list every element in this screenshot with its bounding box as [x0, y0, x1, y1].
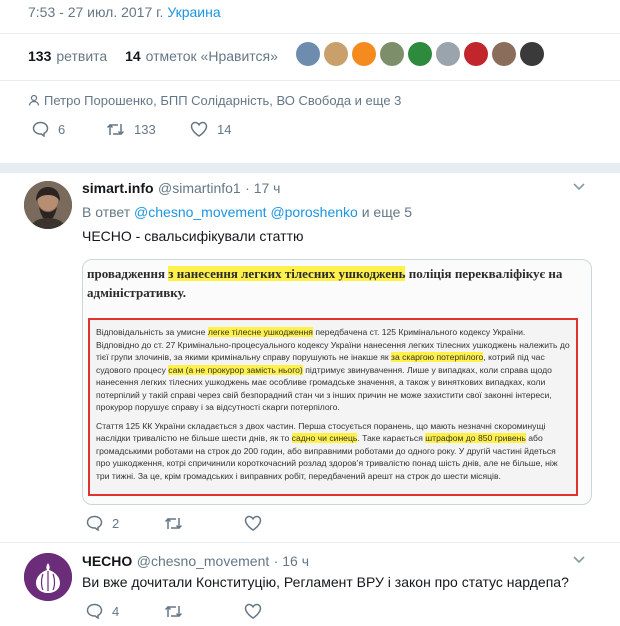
- highlighted-quote-box: Відповідальність за умисне легке тілесне…: [88, 318, 578, 496]
- chevron-down-icon[interactable]: [572, 182, 586, 192]
- tweet-text: ЧЕСНО - свальсифікували статтю: [82, 228, 304, 244]
- liker-avatar[interactable]: [520, 42, 544, 66]
- reply-button[interactable]: 2: [86, 515, 164, 531]
- quote-highlight: сам (а не прокурор замість нього): [168, 364, 303, 375]
- reply-button[interactable]: 6: [32, 121, 106, 137]
- retweet-button[interactable]: 133: [106, 122, 190, 137]
- divider: [0, 542, 620, 543]
- liker-avatar[interactable]: [380, 42, 404, 66]
- tweet-header: ЧЕСНО @chesno_movement · 16 ч: [82, 553, 309, 571]
- avatar[interactable]: [24, 181, 72, 229]
- reply-button[interactable]: 4: [86, 603, 164, 619]
- reply-count: 6: [58, 121, 66, 137]
- quote-paragraph: Відповідальність за умисне легке тілесне…: [96, 326, 570, 414]
- liked-by-text: Петро Порошенко, БПП Солідарність, ВО Св…: [44, 93, 402, 108]
- people-icon: [28, 94, 40, 106]
- retweet-action-count: 133: [134, 121, 156, 137]
- quote-text: Відповідальність за умисне: [96, 327, 208, 337]
- divider: [0, 80, 620, 81]
- retweet-count[interactable]: 133: [28, 48, 51, 64]
- liker-avatar[interactable]: [352, 42, 376, 66]
- quote-highlight: легке тілесне ушкодження: [207, 327, 313, 337]
- heart-icon: [244, 515, 262, 531]
- retweet-button[interactable]: [164, 516, 244, 531]
- like-button[interactable]: [244, 603, 271, 619]
- user-handle[interactable]: @simartinfo1: [158, 180, 241, 196]
- garlic-logo-icon: [24, 553, 72, 601]
- like-action-count: 14: [217, 121, 232, 137]
- tweet-location[interactable]: Украина: [167, 4, 220, 20]
- tweet-time[interactable]: · 17 ч: [245, 180, 280, 196]
- retweet-icon: [106, 123, 125, 135]
- tweet-meta: 7:53 - 27 июл. 2017 г. Украина: [28, 4, 221, 20]
- quote-highlight: штрафом до 850 гривень: [425, 433, 526, 443]
- thread-separator: [0, 163, 620, 173]
- like-count[interactable]: 14: [125, 48, 141, 64]
- tweet-actions: 4: [86, 603, 271, 619]
- mention-link[interactable]: @chesno_movement: [134, 204, 267, 220]
- tweet-media-image[interactable]: провадження з нанесення легких тілесних …: [82, 259, 592, 505]
- liked-by[interactable]: Петро Порошенко, БПП Солідарність, ВО Св…: [28, 93, 401, 108]
- reply-icon: [32, 121, 49, 137]
- reply-count: 4: [112, 603, 120, 619]
- user-name[interactable]: ЧЕСНО: [82, 553, 132, 569]
- article-excerpt: провадження з нанесення легких тілесних …: [87, 264, 577, 302]
- heart-icon: [244, 603, 262, 619]
- liker-avatar[interactable]: [408, 42, 432, 66]
- like-label[interactable]: отметок «Нравится»: [146, 48, 278, 64]
- excerpt-highlight: з нанесення легких тілесних ушкоджень: [168, 266, 406, 281]
- tweet-header: simart.info @simartinfo1 · 17 ч: [82, 180, 280, 198]
- liker-avatar[interactable]: [436, 42, 460, 66]
- divider: [0, 33, 620, 34]
- like-button[interactable]: 14: [190, 121, 231, 137]
- quote-highlight: садно чи синець: [291, 433, 358, 443]
- retweet-label[interactable]: ретвита: [56, 48, 107, 64]
- like-button[interactable]: [244, 515, 271, 531]
- avatar[interactable]: [24, 553, 72, 601]
- tweet-text: Ви вже дочитали Конституцію, Регламент В…: [82, 574, 569, 590]
- liker-avatars: [296, 42, 544, 66]
- tweet-actions: 6 133 14: [32, 121, 231, 137]
- mention-link[interactable]: @poroshenko: [270, 204, 357, 220]
- user-photo-icon: [24, 181, 72, 229]
- in-reply-prefix: В ответ: [82, 204, 131, 220]
- tweet-stats: 133 ретвита 14 отметок «Нравится»: [28, 48, 292, 64]
- retweet-icon: [164, 517, 183, 529]
- tweet-time[interactable]: · 16 ч: [274, 553, 309, 569]
- quote-text: . Таке карається: [357, 433, 426, 443]
- in-reply-suffix[interactable]: и еще 5: [362, 204, 412, 220]
- reply-icon: [86, 515, 103, 531]
- user-handle[interactable]: @chesno_movement: [137, 553, 270, 569]
- excerpt-text: провадження: [87, 266, 169, 281]
- liker-avatar[interactable]: [296, 42, 320, 66]
- chevron-down-icon[interactable]: [572, 555, 586, 565]
- tweet-actions: 2: [86, 515, 271, 531]
- retweet-button[interactable]: [164, 604, 244, 619]
- liker-avatar[interactable]: [492, 42, 516, 66]
- tweet-timestamp[interactable]: 7:53 - 27 июл. 2017 г.: [28, 4, 163, 20]
- quote-paragraph: Стаття 125 КК України складається з двох…: [96, 420, 570, 483]
- heart-icon: [190, 121, 208, 137]
- reply-count: 2: [112, 515, 120, 531]
- in-reply-to: В ответ @chesno_movement @poroshenko и е…: [82, 204, 412, 220]
- liker-avatar[interactable]: [464, 42, 488, 66]
- liker-avatar[interactable]: [324, 42, 348, 66]
- quote-highlight: за скаргою потерпілого: [391, 352, 484, 362]
- user-name[interactable]: simart.info: [82, 180, 154, 196]
- reply-icon: [86, 603, 103, 619]
- retweet-icon: [164, 605, 183, 617]
